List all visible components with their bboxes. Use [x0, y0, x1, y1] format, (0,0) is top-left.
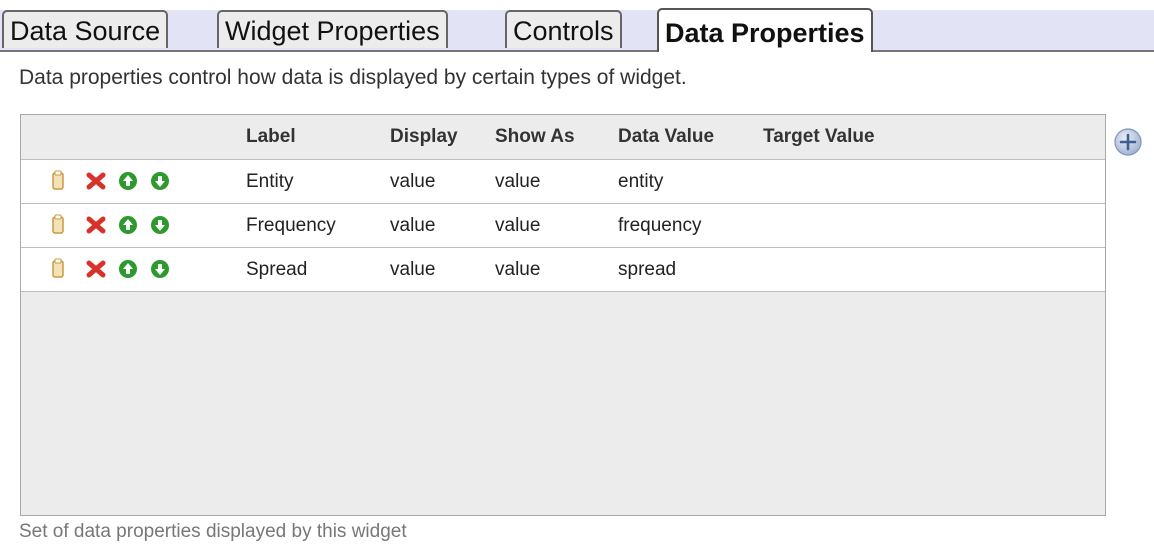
column-header-label: Label — [246, 126, 296, 147]
table-row: Entity value value entity — [21, 159, 1105, 203]
tab-strip: Data Source Widget Properties Controls D… — [0, 0, 1154, 52]
cell-data-value: spread — [618, 259, 677, 280]
cell-show-as: value — [495, 259, 541, 280]
table-footer-note: Set of data properties displayed by this… — [19, 521, 407, 542]
move-down-icon[interactable] — [149, 170, 169, 192]
cell-display: value — [390, 259, 436, 280]
cell-label: Entity — [246, 171, 294, 192]
tab-data-source[interactable]: Data Source — [2, 10, 169, 48]
move-up-icon[interactable] — [117, 258, 137, 280]
move-up-icon[interactable] — [117, 214, 137, 236]
cell-display: value — [390, 215, 436, 236]
column-header-target-value: Target Value — [763, 126, 875, 147]
intro-text: Data properties control how data is disp… — [19, 66, 687, 89]
column-header-display: Display — [390, 126, 458, 147]
cell-show-as: value — [495, 215, 541, 236]
move-down-icon[interactable] — [149, 258, 169, 280]
tab-widget-properties[interactable]: Widget Properties — [217, 10, 448, 48]
cell-data-value: frequency — [618, 215, 702, 236]
tab-strip-divider — [0, 50, 1154, 52]
cell-show-as: value — [495, 171, 541, 192]
tab-data-properties[interactable]: Data Properties — [657, 8, 873, 52]
column-header-show-as: Show As — [495, 126, 575, 147]
copy-icon[interactable] — [51, 214, 71, 236]
table-row: Spread value value spread — [21, 247, 1105, 292]
delete-icon[interactable] — [85, 258, 106, 280]
tab-controls[interactable]: Controls — [505, 10, 622, 48]
copy-icon[interactable] — [51, 170, 71, 192]
cell-label: Frequency — [246, 215, 336, 236]
plus-icon — [1114, 128, 1142, 156]
move-up-icon[interactable] — [117, 170, 137, 192]
cell-display: value — [390, 171, 436, 192]
table-row: Frequency value value frequency — [21, 203, 1105, 247]
cell-label: Spread — [246, 259, 308, 280]
copy-icon[interactable] — [51, 258, 71, 280]
add-property-button[interactable] — [1113, 127, 1143, 157]
move-down-icon[interactable] — [149, 214, 169, 236]
table-header: Label Display Show As Data Value Target … — [21, 115, 1105, 159]
cell-data-value: entity — [618, 171, 664, 192]
delete-icon[interactable] — [85, 214, 106, 236]
delete-icon[interactable] — [85, 170, 106, 192]
column-header-data-value: Data Value — [618, 126, 715, 147]
data-properties-table: Label Display Show As Data Value Target … — [20, 114, 1106, 516]
